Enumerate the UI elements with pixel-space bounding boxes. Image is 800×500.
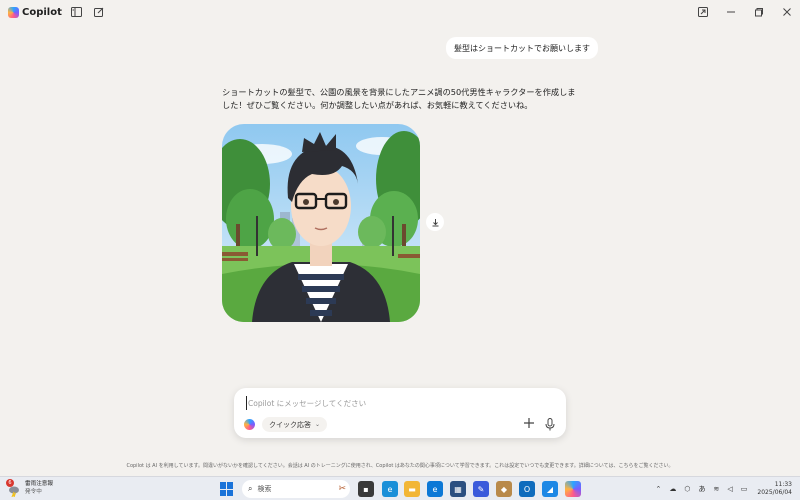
mic-button[interactable] [543, 417, 557, 431]
user-message: 髪型はショートカットでお願いします [446, 37, 598, 59]
copilot-icon[interactable] [244, 419, 255, 430]
wifi-icon[interactable]: ≋ [714, 485, 720, 493]
weather-badge: 6 [6, 479, 14, 487]
app-icon-1[interactable]: ✎ [473, 481, 489, 497]
app-icon-3[interactable]: ◢ [542, 481, 558, 497]
generated-image[interactable] [222, 124, 420, 322]
copilot-logo-icon [8, 6, 19, 18]
ime-indicator[interactable]: あ [699, 484, 706, 494]
edge-dev-icon[interactable]: e [382, 481, 398, 497]
message-input[interactable] [246, 396, 546, 410]
copilot-taskbar-icon[interactable] [565, 481, 581, 497]
start-button[interactable] [220, 482, 234, 496]
search-label: 検索 [257, 485, 272, 493]
assistant-reply: ショートカットの髪型で、公園の風景を背景にしたアニメ調の50代男性キャラクターを… [222, 87, 576, 110]
cloud-icon[interactable]: ☁ [669, 485, 676, 493]
task-view-icon[interactable]: ▪ [358, 481, 374, 497]
clock-time: 11:33 [774, 481, 792, 488]
weather-widget[interactable]: 6 雷雨注意報 発令中 [6, 479, 53, 498]
clock-date: 2025/06/04 [757, 489, 792, 496]
taskbar-search[interactable]: ⌕ 検索 ✂ [242, 480, 350, 498]
minimize-icon[interactable] [724, 5, 738, 19]
weather-sub: 発令中 [25, 489, 42, 495]
weather-title: 雷雨注意報 [25, 481, 53, 487]
download-icon [432, 218, 438, 226]
system-tray: ⌃ ☁ ⬡ あ ≋ ◁ ▭ 11:33 2025/06/04 [648, 477, 792, 500]
network-app-icon[interactable]: ⬡ [684, 485, 690, 493]
app-icon-2[interactable]: ◆ [496, 481, 512, 497]
mic-icon [545, 417, 555, 430]
battery-icon[interactable]: ▭ [741, 485, 748, 493]
volume-icon[interactable]: ◁ [727, 485, 732, 493]
weather-icon: 6 [6, 479, 20, 498]
close-icon[interactable] [780, 5, 794, 19]
plus-icon [524, 418, 534, 428]
restore-icon[interactable] [752, 5, 766, 19]
download-button[interactable] [426, 213, 444, 231]
sidebar-icon[interactable] [70, 5, 84, 19]
response-mode-select[interactable]: クイック応答 ⌄ [262, 417, 328, 432]
app-logo: Copilot [8, 6, 62, 18]
taskbar: 6 雷雨注意報 発令中 ⌕ 検索 ✂ ▪ e ▬ e ▦ ✎ ◆ O ◢ ⌃ ☁… [0, 476, 800, 500]
file-explorer-icon[interactable]: ▬ [404, 481, 420, 497]
edge-icon[interactable]: e [427, 481, 443, 497]
response-mode-label: クイック応答 [269, 420, 311, 429]
app-title: Copilot [22, 6, 62, 18]
pop-out-icon[interactable] [696, 5, 710, 19]
clock[interactable]: 11:33 2025/06/04 [757, 481, 792, 497]
disclaimer-text: Copilot は AI を利用しています。間違いがないかを確認してください。会… [126, 463, 674, 469]
chevron-down-icon: ⌄ [315, 421, 321, 428]
outlook-icon[interactable]: O [519, 481, 535, 497]
store-icon[interactable]: ▦ [450, 481, 466, 497]
message-composer: クイック応答 ⌄ [234, 388, 566, 438]
add-button[interactable] [522, 417, 536, 431]
new-chat-icon[interactable] [92, 5, 106, 19]
search-highlight-icon: ✂ [338, 484, 346, 494]
chevron-up-icon[interactable]: ⌃ [656, 485, 662, 493]
title-bar: Copilot [0, 0, 800, 24]
search-icon: ⌕ [248, 484, 253, 493]
